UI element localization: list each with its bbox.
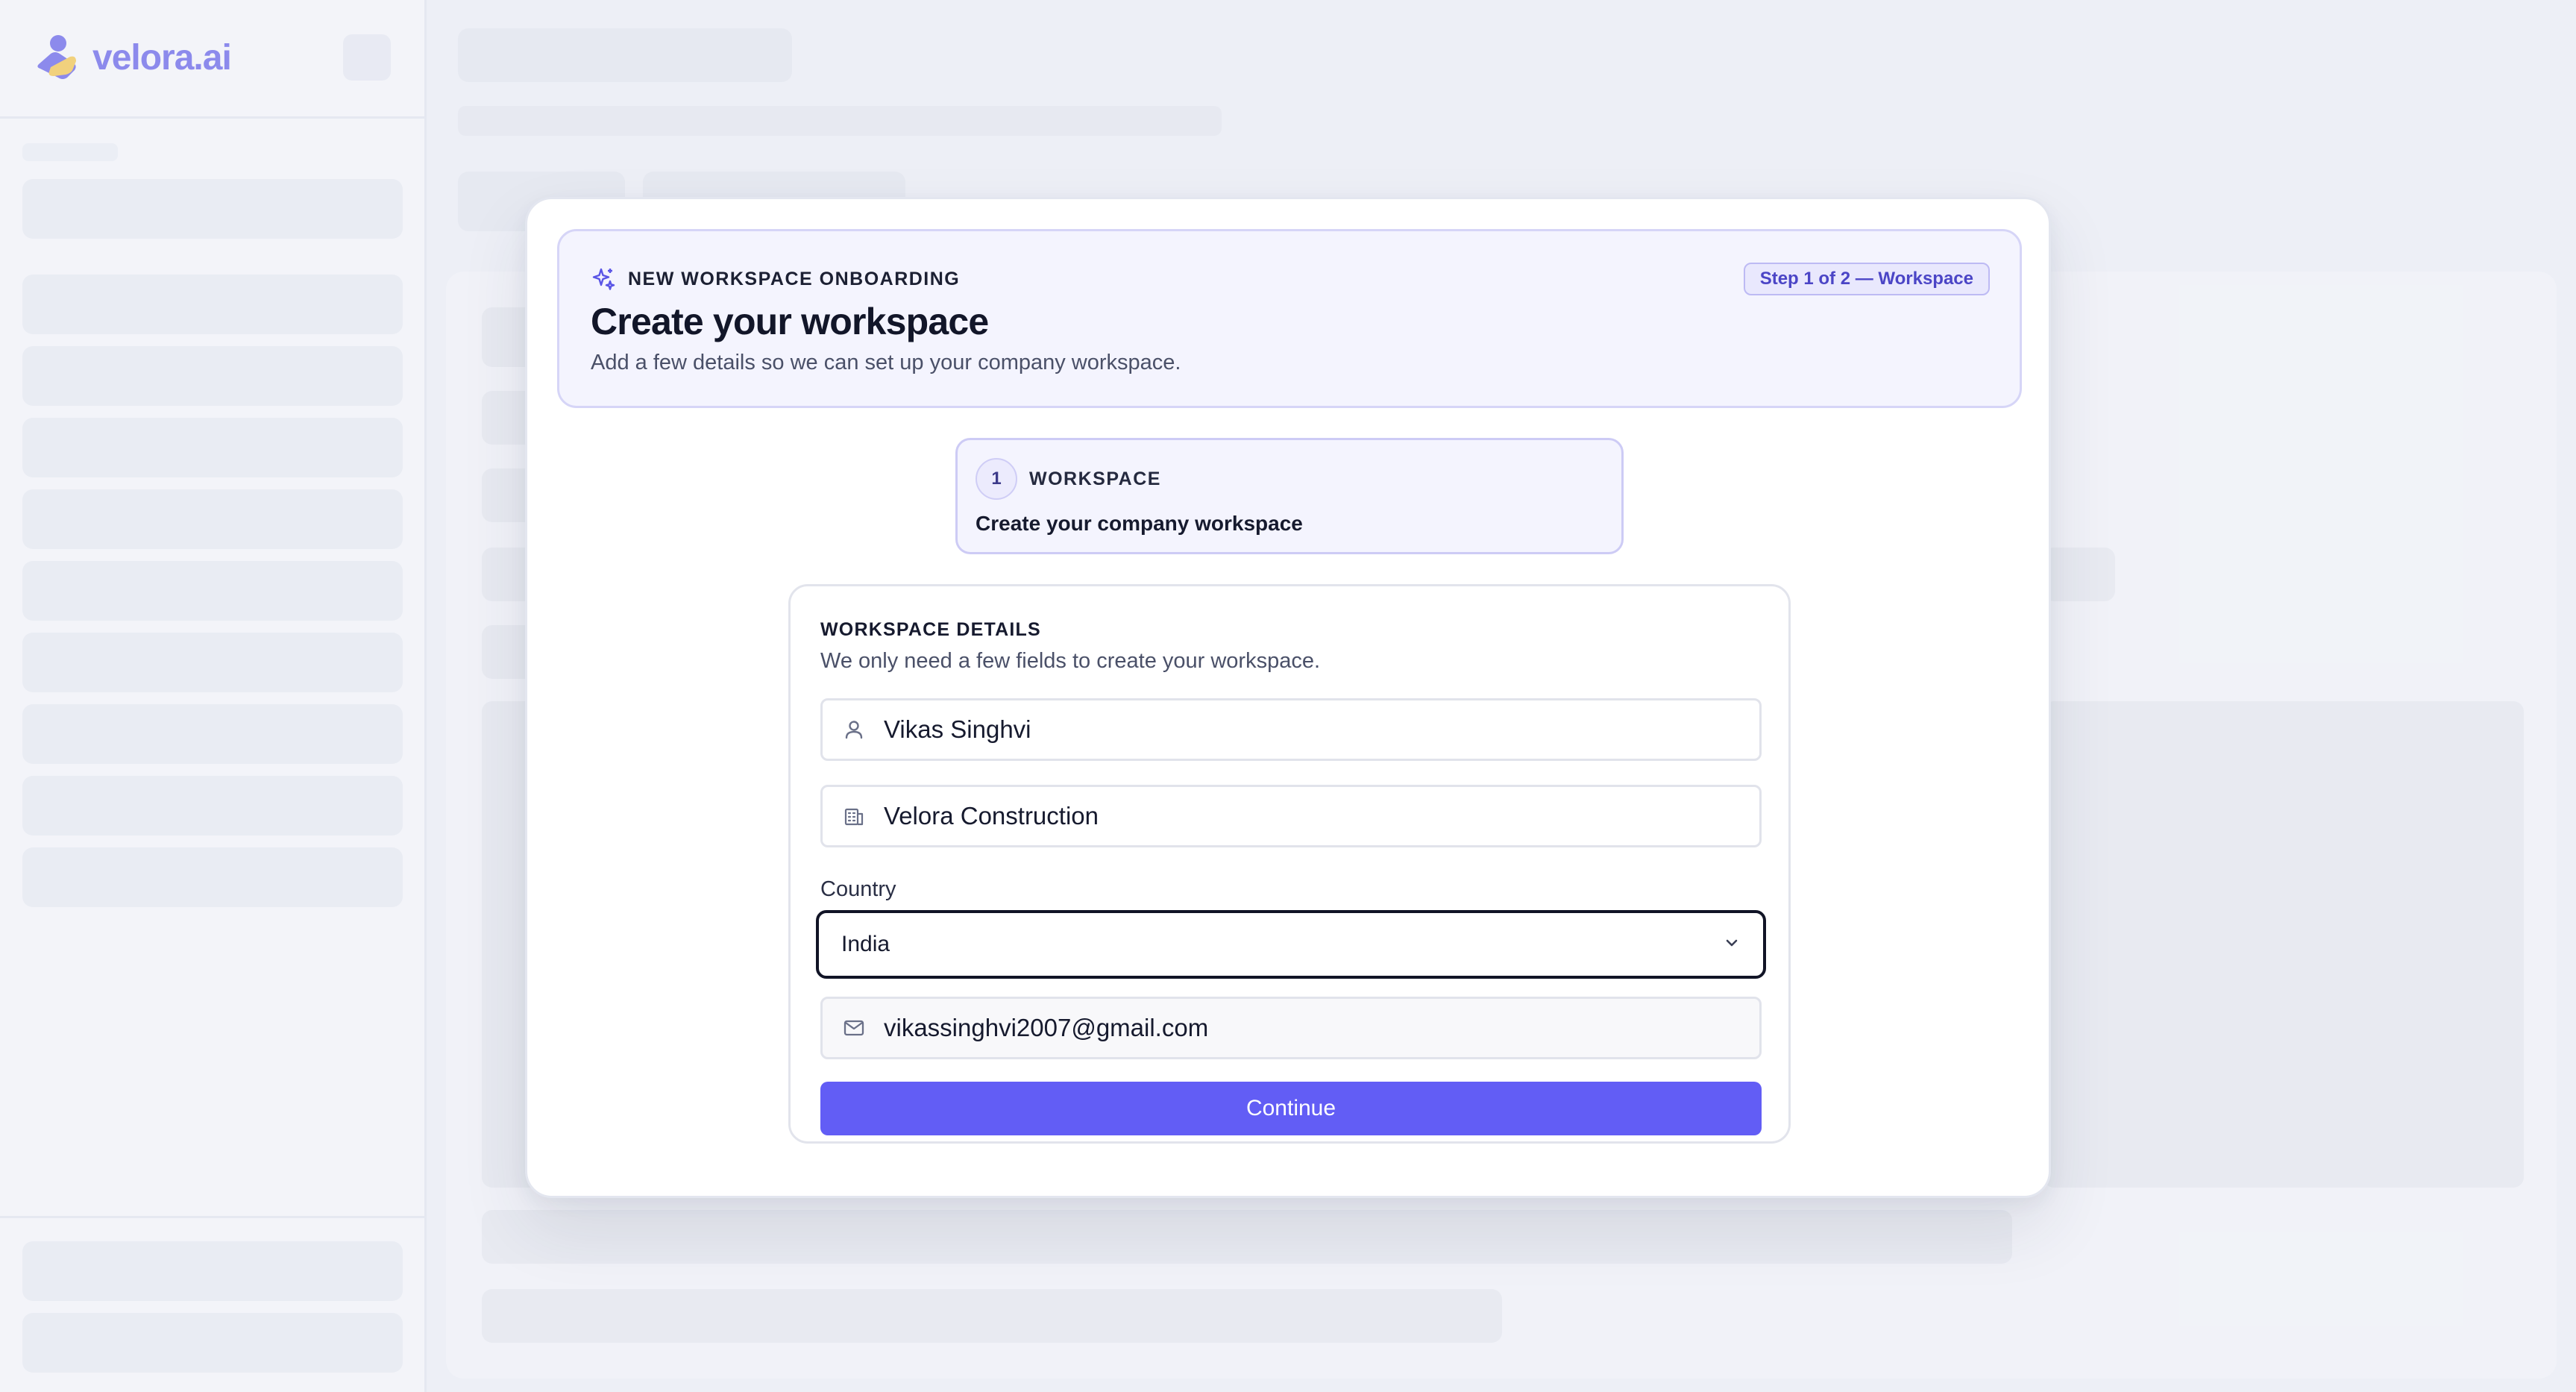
country-select[interactable]: India <box>816 910 1766 979</box>
full-name-field[interactable] <box>820 698 1762 761</box>
continue-button[interactable]: Continue <box>820 1082 1762 1135</box>
step-indicator: 1 WORKSPACE Create your company workspac… <box>955 438 1624 554</box>
step-label: WORKSPACE <box>1029 468 1161 489</box>
user-icon <box>839 715 869 744</box>
eyebrow-text: NEW WORKSPACE ONBOARDING <box>628 268 961 289</box>
email-input[interactable] <box>884 999 1759 1057</box>
eyebrow: NEW WORKSPACE ONBOARDING <box>591 264 960 294</box>
onboarding-modal: NEW WORKSPACE ONBOARDING Step 1 of 2 — W… <box>525 197 2051 1198</box>
company-name-input[interactable] <box>884 787 1759 845</box>
email-field[interactable] <box>820 997 1762 1059</box>
country-selected-value: India <box>841 932 890 956</box>
country-label: Country <box>820 877 896 901</box>
sparkles-icon <box>591 266 616 292</box>
workspace-details-form: WORKSPACE DETAILS We only need a few fie… <box>788 584 1791 1144</box>
mail-icon <box>839 1013 869 1043</box>
page-subtitle: Add a few details so we can set up your … <box>591 351 1181 374</box>
page-title: Create your workspace <box>591 301 989 342</box>
modal-header-card: NEW WORKSPACE ONBOARDING Step 1 of 2 — W… <box>557 229 2022 408</box>
step-badge: Step 1 of 2 — Workspace <box>1743 263 1990 295</box>
company-name-field[interactable] <box>820 785 1762 847</box>
building-icon <box>839 801 869 831</box>
step-number: 1 <box>976 458 1017 500</box>
step-description: Create your company workspace <box>976 512 1303 535</box>
form-title: WORKSPACE DETAILS <box>820 619 1041 640</box>
app-window: velora.ai NEW WORKSPACE ONBOARDING Step … <box>0 0 2576 1392</box>
chevron-down-icon <box>1721 932 1742 957</box>
full-name-input[interactable] <box>884 700 1759 759</box>
form-subtitle: We only need a few fields to create your… <box>820 649 1321 673</box>
